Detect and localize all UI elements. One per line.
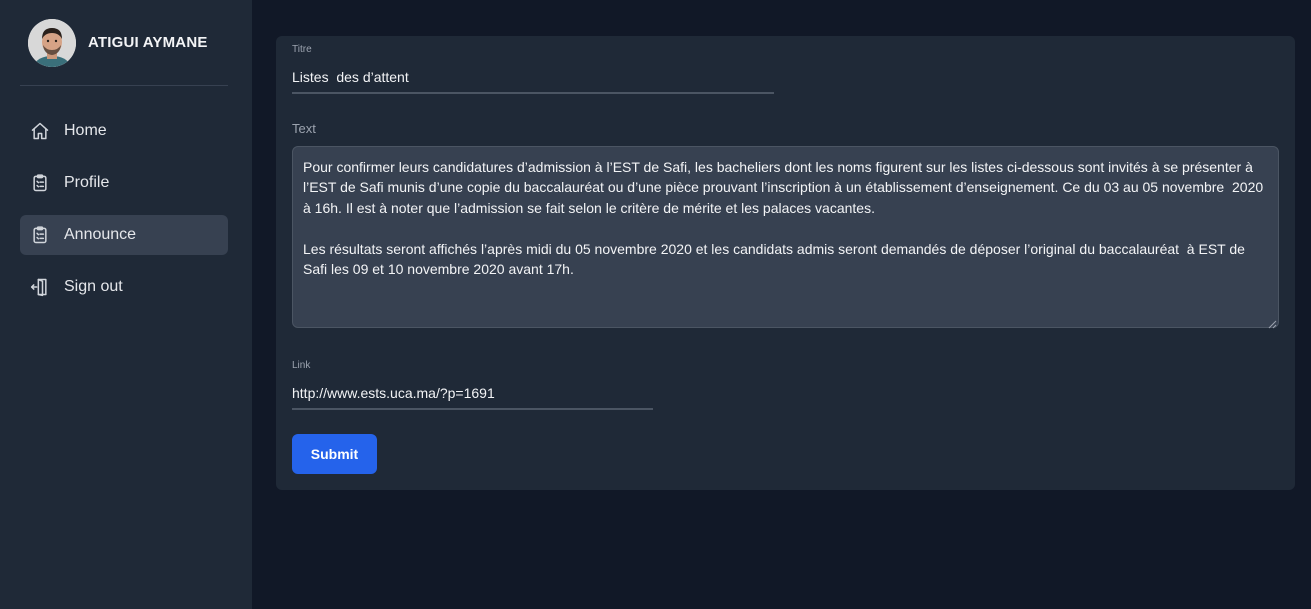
user-name: ATIGUI AYMANE (88, 34, 208, 51)
title-input[interactable] (292, 62, 774, 94)
sidebar-item-label: Profile (64, 174, 110, 191)
sidebar: ATIGUI AYMANE Home Profile Announce Sign… (0, 0, 252, 609)
clipboard-icon (29, 224, 51, 246)
sidebar-item-profile[interactable]: Profile (20, 163, 228, 203)
text-label: Text (292, 121, 316, 136)
clipboard-icon (29, 172, 51, 194)
submit-button[interactable]: Submit (292, 434, 377, 474)
link-label: Link (292, 360, 311, 371)
title-label: Titre (292, 44, 312, 55)
sidebar-item-label: Announce (64, 226, 137, 243)
sidebar-nav: Home Profile Announce Sign out (20, 111, 228, 307)
sidebar-item-home[interactable]: Home (20, 111, 228, 151)
sidebar-item-sign-out[interactable]: Sign out (20, 267, 228, 307)
sidebar-item-label: Sign out (64, 278, 123, 295)
user-profile: ATIGUI AYMANE (20, 0, 228, 86)
sign-out-icon (29, 276, 51, 298)
sidebar-item-announce[interactable]: Announce (20, 215, 228, 255)
avatar (28, 18, 76, 67)
resize-handle-icon[interactable] (1268, 316, 1293, 488)
link-input[interactable] (292, 378, 653, 410)
app: ATIGUI AYMANE Home Profile Announce Sign… (0, 0, 1311, 609)
announce-form-card: Titre Text Pour confirmer leurs candidat… (276, 36, 1295, 490)
home-icon (29, 120, 51, 142)
sidebar-item-label: Home (64, 122, 107, 139)
text-textarea[interactable]: Pour confirmer leurs candidatures d’admi… (292, 146, 1279, 328)
